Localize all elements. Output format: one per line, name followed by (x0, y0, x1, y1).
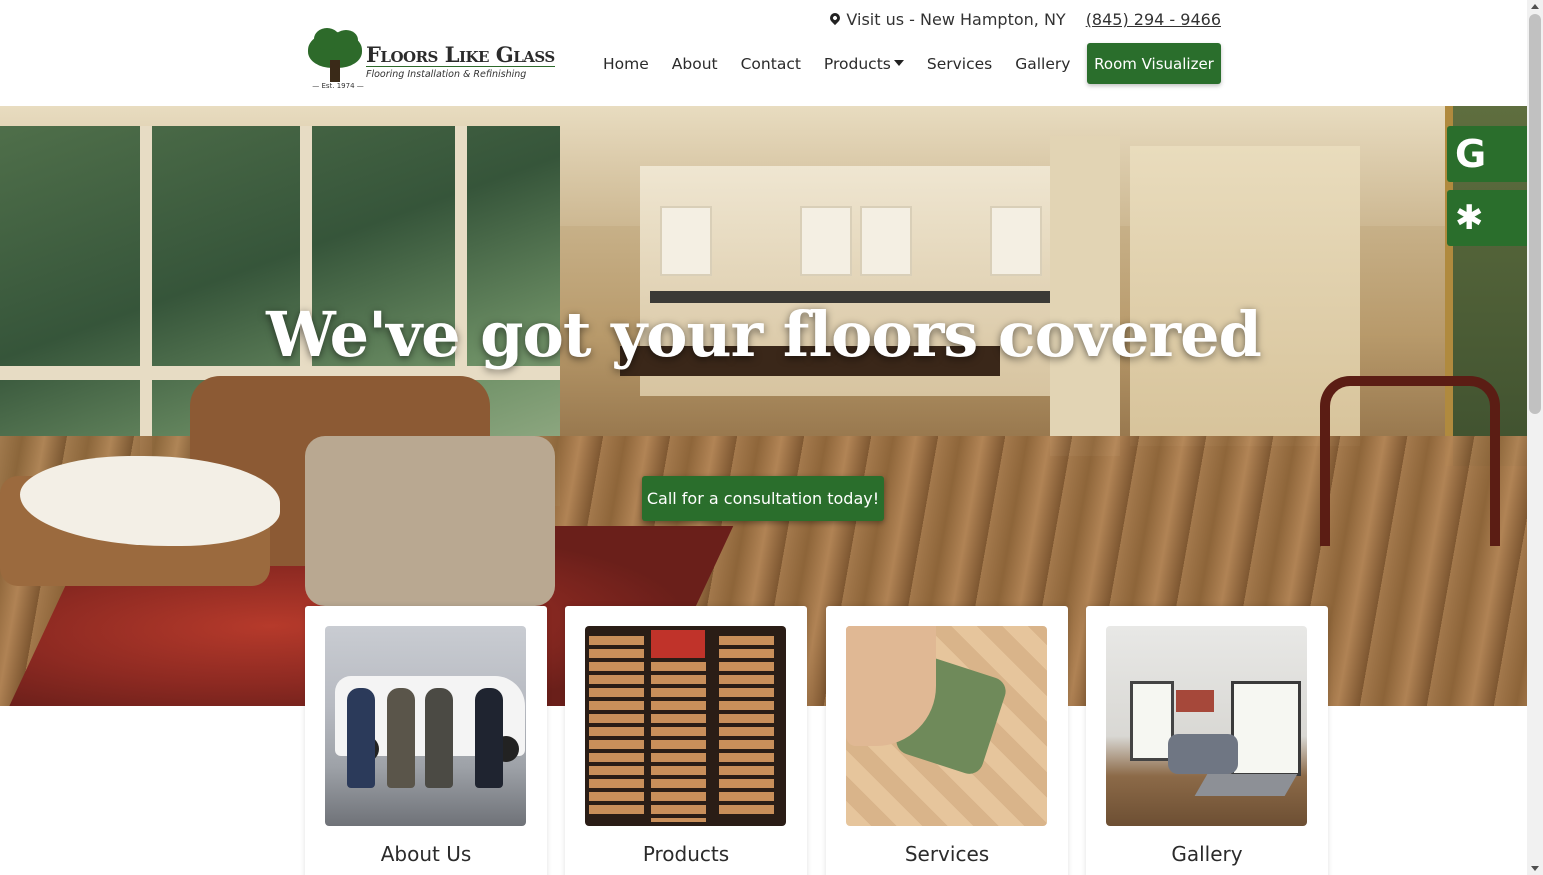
room-visualizer-button[interactable]: Room Visualizer (1087, 43, 1221, 84)
nav-about[interactable]: About (672, 55, 718, 73)
phone-link[interactable]: (845) 294 - 9466 (1086, 10, 1221, 29)
card-image-samples (585, 626, 786, 826)
card-gallery[interactable]: Gallery (1086, 606, 1328, 875)
tree-logo-icon: — Est. 1974 — (306, 28, 364, 92)
card-image-room (1106, 626, 1307, 826)
visit-us-link[interactable]: Visit us - New Hampton, NY (828, 10, 1066, 29)
google-reviews-badge[interactable]: G (1447, 126, 1527, 182)
card-services[interactable]: Services (826, 606, 1068, 875)
yelp-reviews-badge[interactable]: ✱ (1447, 190, 1527, 246)
site-header: Visit us - New Hampton, NY (845) 294 - 9… (0, 0, 1527, 106)
dropdown-caret-icon (893, 60, 904, 66)
top-info-bar: Visit us - New Hampton, NY (845) 294 - 9… (828, 10, 1221, 29)
logo-est-year: — Est. 1974 — (312, 82, 364, 90)
nav-services[interactable]: Services (927, 55, 992, 73)
visit-us-label: Visit us - New Hampton, NY (846, 10, 1066, 29)
page-scrollbar[interactable] (1527, 0, 1543, 875)
card-products[interactable]: Products (565, 606, 807, 875)
nav-contact[interactable]: Contact (741, 55, 801, 73)
scrollbar-thumb[interactable] (1529, 14, 1541, 414)
scroll-up-icon[interactable] (1531, 4, 1539, 9)
nav-home[interactable]: Home (603, 55, 649, 73)
hero-title: We've got your floors covered (266, 298, 1262, 371)
yelp-icon: ✱ (1455, 198, 1484, 238)
card-label-products: Products (642, 842, 730, 866)
logo-tagline: Flooring Installation & Refinishing (366, 69, 527, 80)
card-label-gallery: Gallery (1171, 842, 1243, 866)
site-logo[interactable]: — Est. 1974 — Floors Like Glass Flooring… (306, 28, 586, 94)
logo-brand-name: Floors Like Glass (366, 42, 555, 67)
card-label-about: About Us (380, 842, 472, 866)
scroll-down-icon[interactable] (1531, 866, 1539, 871)
main-nav: Home About Contact Products Services Gal… (603, 55, 1093, 73)
consultation-button[interactable]: Call for a consultation today! (642, 476, 884, 521)
location-pin-icon (828, 10, 843, 26)
card-about-us[interactable]: About Us (305, 606, 547, 875)
google-icon: G (1455, 132, 1487, 176)
card-image-team (325, 626, 526, 826)
card-image-installation (846, 626, 1047, 826)
card-label-services: Services (904, 842, 990, 866)
nav-gallery[interactable]: Gallery (1015, 55, 1070, 73)
nav-products[interactable]: Products (824, 55, 904, 73)
nav-products-label: Products (823, 55, 891, 73)
